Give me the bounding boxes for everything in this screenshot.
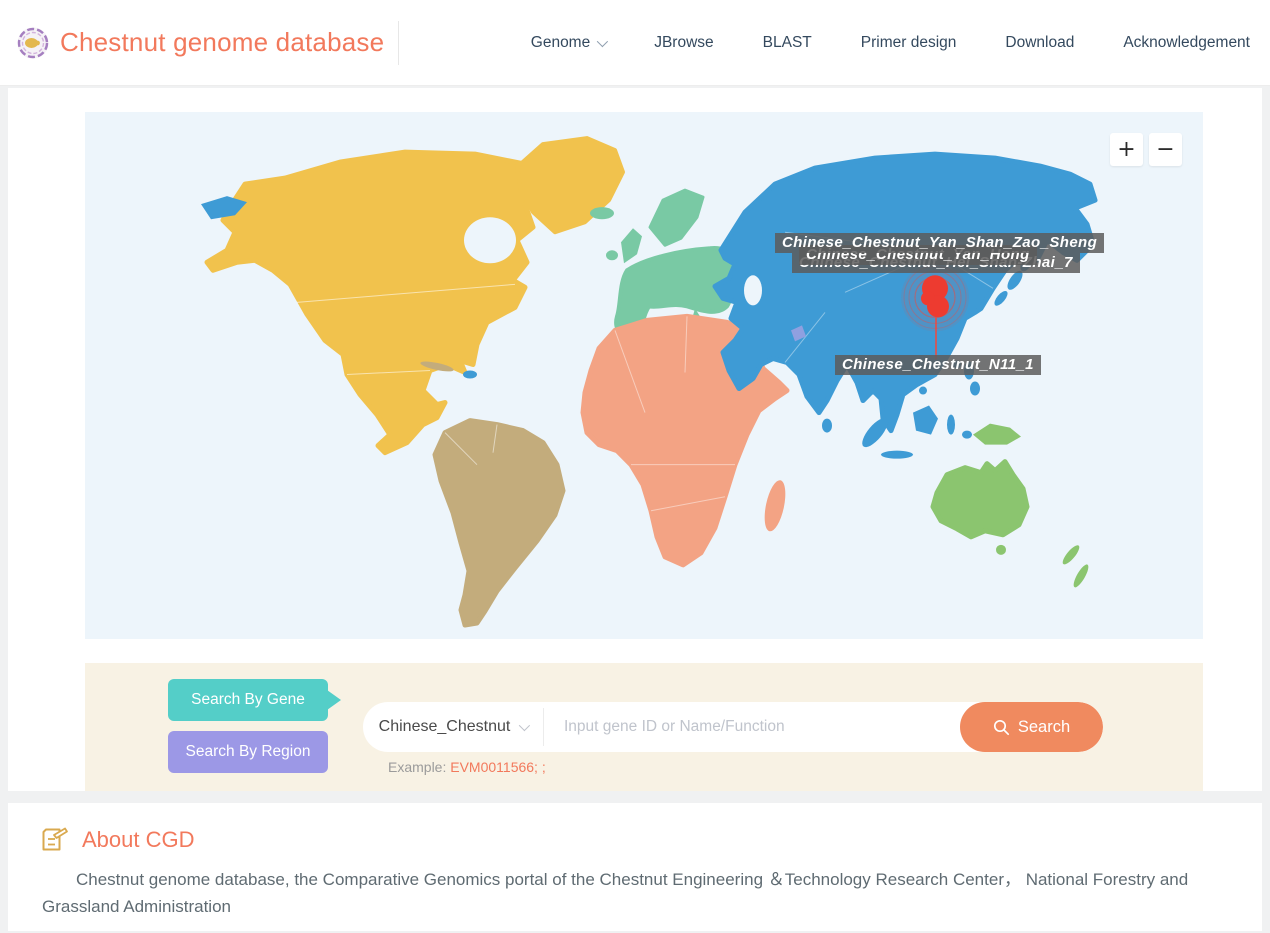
about-icon [42, 826, 69, 853]
region-scandinavia [650, 190, 703, 245]
select-chevron-icon [519, 720, 530, 731]
chevron-down-icon [597, 35, 608, 46]
site-logo-icon [16, 26, 50, 60]
zoom-out-button[interactable]: − [1149, 133, 1182, 166]
species-select[interactable]: Chinese_Chestnut [363, 702, 543, 752]
about-section: About CGD Chestnut genome database, the … [8, 803, 1262, 931]
about-title: About CGD [82, 827, 195, 853]
search-by-gene-tab[interactable]: Search By Gene [168, 679, 328, 721]
world-map-canvas [85, 112, 1203, 639]
active-tab-pointer [327, 690, 341, 710]
search-icon [993, 719, 1010, 736]
nav-blast[interactable]: BLAST [763, 34, 812, 52]
nav-download[interactable]: Download [1005, 34, 1074, 52]
search-panel: Search By Gene Search By Region Chinese_… [85, 663, 1203, 791]
nav-jbrowse[interactable]: JBrowse [654, 34, 713, 52]
search-button[interactable]: Search [960, 702, 1103, 752]
header-divider [398, 21, 399, 65]
region-australia [933, 462, 1027, 537]
region-new-guinea [973, 424, 1021, 445]
marker-label-n11[interactable]: Chinese_Chestnut_N11_1 [835, 355, 1041, 375]
marker-label-yan-shan-zao-sheng[interactable]: Chinese_Chestnut_Yan_Shan_Zao_Sheng [775, 233, 1104, 253]
nav-genome[interactable]: Genome [531, 34, 605, 52]
nav-acknowledgement[interactable]: Acknowledgement [1123, 34, 1250, 52]
header: Chestnut genome database Genome JBrowse … [0, 0, 1270, 86]
world-map[interactable]: Chinese_Chestnut_Yan_Shan_Zao_Sheng Chin… [85, 112, 1203, 639]
example-hint: Example: EVM0011566; ; [388, 759, 546, 775]
nav-primer-design[interactable]: Primer design [861, 34, 957, 52]
main-card: Chinese_Chestnut_Yan_Shan_Zao_Sheng Chin… [8, 88, 1262, 791]
about-text: Chestnut genome database, the Comparativ… [42, 867, 1228, 921]
region-south-america [435, 421, 563, 625]
gene-search-input[interactable] [544, 702, 985, 752]
search-by-region-tab[interactable]: Search By Region [168, 731, 328, 773]
example-gene-id[interactable]: EVM0011566; ; [450, 759, 545, 775]
zoom-in-button[interactable]: + [1110, 133, 1143, 166]
region-uk [621, 228, 642, 263]
region-north-america [207, 152, 540, 453]
gene-search-bar: Chinese_Chestnut Search [363, 702, 1103, 752]
region-madagascar [761, 478, 789, 533]
site-title: Chestnut genome database [60, 27, 384, 58]
main-nav: Genome JBrowse BLAST Primer design Downl… [531, 34, 1252, 52]
map-zoom-controls: + − [1110, 133, 1182, 166]
region-iceland [590, 207, 614, 219]
